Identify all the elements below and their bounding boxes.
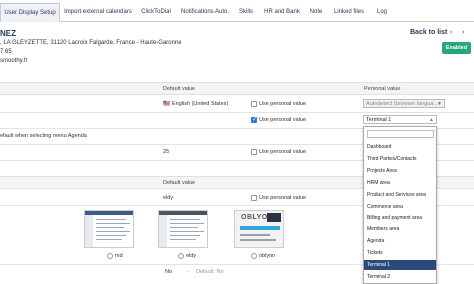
settings-table-header: Default value Personal value	[0, 82, 474, 95]
last-row-dash: -	[187, 269, 189, 275]
last-row-value: No	[165, 269, 173, 275]
last-row-default: Default: No	[196, 269, 224, 275]
tab-note[interactable]: Note	[306, 3, 326, 22]
use-personal-label: Use personal value	[259, 195, 307, 201]
user-phone: 7 65	[0, 49, 12, 55]
theme-label-oblyon: oblyon	[259, 253, 276, 259]
use-personal-label: Use personal value	[259, 117, 307, 123]
col-default-value: Default value	[163, 180, 196, 186]
user-header: NEZ , LA GLEYZETTE, 31120 Lacroix Falgar…	[0, 24, 474, 68]
tab-import-external-calendars[interactable]: Import external calendars	[62, 3, 134, 22]
dropdown-item[interactable]: Tickets	[364, 248, 436, 258]
landing-page-select[interactable]: Terminal 1 ▲	[363, 115, 437, 124]
default-theme: eldy	[163, 195, 174, 201]
flag-us-icon: 🇺🇸	[163, 101, 170, 107]
user-name: NEZ	[0, 29, 16, 38]
dropdown-item[interactable]: Projects Area	[364, 166, 436, 176]
default-language: English (United States)	[172, 101, 229, 107]
theme-thumb-oblyon[interactable]: OBLYON	[234, 210, 284, 248]
tab-log[interactable]: Log	[372, 3, 392, 22]
theme-thumb-md[interactable]	[84, 210, 134, 248]
tab-bar: User Display Setup Import external calen…	[0, 0, 474, 22]
dropdown-item-selected[interactable]: Terminal 1	[364, 260, 436, 270]
col-default-value: Default value	[163, 86, 196, 92]
dropdown-item[interactable]: Agenda	[364, 236, 436, 246]
landing-page-select-value: Terminal 1	[366, 117, 392, 123]
language-select-value: Autodetect (browser langua...	[366, 101, 438, 107]
theme-radio-md[interactable]	[107, 253, 113, 259]
status-badge: Enabled	[442, 42, 471, 54]
setting-label-agenda: efault when selecting menu Agenda	[0, 133, 87, 139]
use-personal-listsize-checkbox[interactable]	[251, 149, 257, 155]
next-record-icon[interactable]: ›	[462, 29, 464, 36]
tab-hr-and-bank[interactable]: HR and Bank	[260, 3, 304, 22]
use-personal-label: Use personal value	[259, 149, 307, 155]
dropdown-item[interactable]: Third Parties/Contacts	[364, 154, 436, 164]
prev-record-icon[interactable]: ‹	[450, 29, 452, 36]
col-personal-value: Personal value	[364, 86, 401, 92]
theme-label-eldy: eldy	[186, 253, 197, 259]
use-personal-landing-checkbox[interactable]	[251, 116, 257, 123]
dropdown-item[interactable]: Dashboard	[364, 142, 436, 152]
tab-user-display-setup[interactable]: User Display Setup	[0, 3, 60, 22]
chevron-up-icon: ▲	[429, 117, 434, 123]
tab-skills[interactable]: Skills	[234, 3, 258, 22]
dropdown-item[interactable]: Members area	[364, 224, 436, 234]
dropdown-item[interactable]: HRM area	[364, 178, 436, 188]
language-select[interactable]: Autodetect (browser langua... ▼	[363, 99, 445, 108]
theme-radio-eldy[interactable]	[178, 253, 184, 259]
use-personal-label: Use personal value	[259, 101, 307, 107]
use-personal-language-checkbox[interactable]	[251, 101, 257, 107]
theme-radio-oblyon[interactable]	[251, 253, 257, 259]
use-personal-theme-checkbox[interactable]	[251, 195, 257, 201]
dropdown-item[interactable]: Terminal 2	[364, 272, 436, 282]
user-address: , LA GLEYZETTE, 31120 Lacroix Falgarde, …	[0, 40, 182, 46]
dropdown-search-input[interactable]	[367, 130, 434, 138]
default-list-size: 25	[163, 149, 170, 155]
chevron-down-icon: ▼	[437, 101, 442, 107]
tab-linked-files[interactable]: Linked files	[328, 3, 370, 22]
dropdown-item[interactable]: Billing and payment area	[364, 213, 436, 223]
tab-notifications-auto[interactable]: Notifications Auto.	[178, 3, 232, 22]
back-to-list-link[interactable]: Back to list	[410, 29, 447, 36]
user-website[interactable]: smoothy.fr	[0, 58, 28, 64]
theme-label-md: md	[115, 253, 123, 259]
theme-thumb-eldy[interactable]	[158, 210, 208, 248]
dropdown-item[interactable]: Commerce area	[364, 202, 436, 212]
row-divider	[0, 112, 474, 113]
dropdown-item[interactable]: Product and Services area	[364, 190, 436, 200]
tab-clicktodial[interactable]: ClickToDial	[136, 3, 176, 22]
landing-page-dropdown: Dashboard Third Parties/Contacts Project…	[363, 126, 437, 284]
